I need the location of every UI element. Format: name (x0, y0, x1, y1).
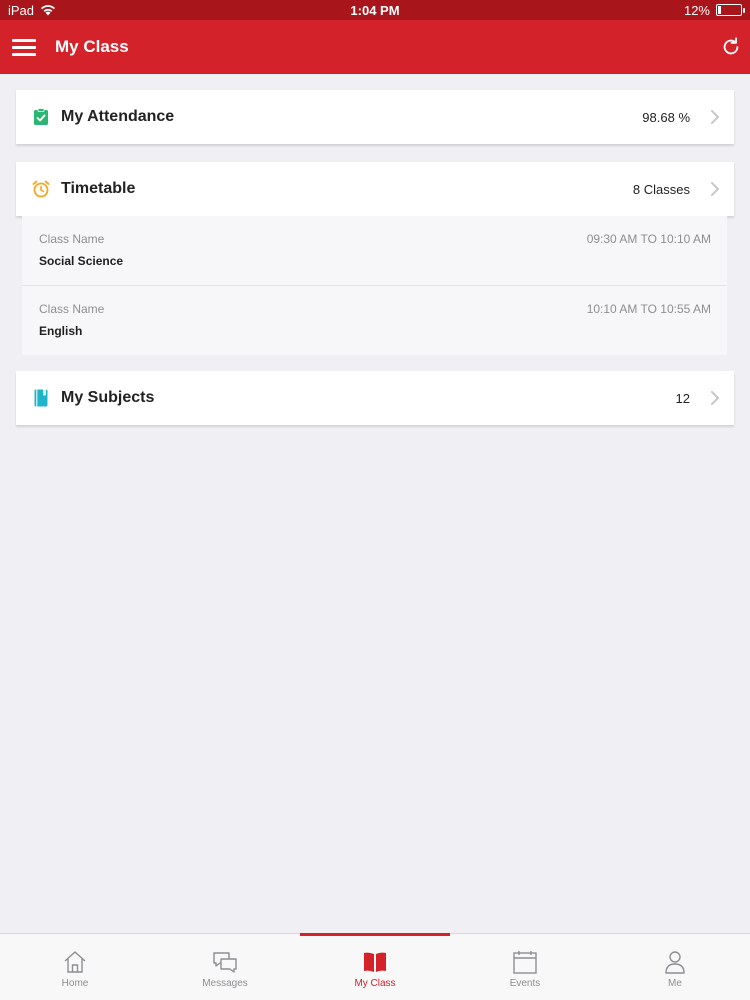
open-book-icon (364, 952, 386, 972)
status-right: 12% (683, 2, 745, 18)
list-item[interactable]: Class Name Social Science 09:30 AM TO 10… (22, 216, 727, 286)
page-title: My Class (55, 37, 129, 56)
home-icon (64, 951, 86, 973)
device-name: iPad (8, 2, 35, 18)
tab-label: Messages (202, 978, 248, 989)
nav-bar: My Class (0, 20, 750, 74)
messages-icon (213, 952, 237, 973)
person-icon (665, 951, 685, 974)
tab-messages[interactable]: Messages (150, 934, 300, 1000)
status-bar: iPad 1:04 PM 12% (0, 0, 750, 20)
class-time: 09:30 AM TO 10:10 AM (586, 232, 711, 246)
battery-percent: 12% (683, 2, 710, 18)
attendance-title: My Attendance (61, 108, 175, 125)
attendance-value: 98.68 % (642, 109, 690, 125)
clipboard-check-icon (32, 108, 50, 126)
attendance-card[interactable]: My Attendance 98.68 % (16, 90, 734, 144)
refresh-icon[interactable] (720, 36, 742, 58)
tab-home[interactable]: Home (0, 934, 150, 1000)
class-list: Class Name Social Science 09:30 AM TO 10… (22, 216, 727, 355)
class-name: Social Science (39, 254, 124, 268)
calendar-icon (513, 951, 537, 974)
subjects-row[interactable]: My Subjects 12 (16, 371, 734, 425)
hamburger-menu-icon[interactable] (12, 39, 36, 56)
tab-events[interactable]: Events (450, 934, 600, 1000)
tab-label: Home (61, 978, 89, 989)
class-time: 10:10 AM TO 10:55 AM (586, 302, 711, 316)
alarm-clock-icon (32, 180, 50, 198)
subjects-value: 12 (675, 390, 690, 406)
tab-me[interactable]: Me (600, 934, 750, 1000)
tab-my-class[interactable]: My Class (300, 933, 450, 1000)
status-left: iPad (8, 3, 56, 18)
status-time: 1:04 PM (350, 2, 400, 18)
subjects-title: My Subjects (61, 389, 155, 406)
tab-bar: Home Messages My Class Events Me (0, 933, 750, 1000)
tab-label: My Class (354, 978, 396, 989)
battery-fill (718, 6, 721, 14)
chevron-right-icon (711, 391, 719, 405)
battery-icon (716, 4, 745, 16)
class-name: English (39, 324, 83, 338)
chevron-right-icon (711, 110, 719, 124)
timetable-title: Timetable (61, 180, 136, 197)
list-item[interactable]: Class Name English 10:10 AM TO 10:55 AM (22, 286, 727, 355)
timetable-card[interactable]: Timetable 8 Classes (16, 162, 734, 216)
subjects-card[interactable]: My Subjects 12 (16, 371, 734, 425)
book-icon (32, 389, 50, 407)
tab-label: Events (509, 978, 541, 989)
attendance-row[interactable]: My Attendance 98.68 % (16, 90, 734, 144)
timetable-row[interactable]: Timetable 8 Classes (16, 162, 734, 216)
timetable-value: 8 Classes (632, 181, 690, 197)
tab-label: Me (668, 978, 682, 989)
chevron-right-icon (711, 182, 719, 196)
wifi-icon (41, 5, 56, 16)
